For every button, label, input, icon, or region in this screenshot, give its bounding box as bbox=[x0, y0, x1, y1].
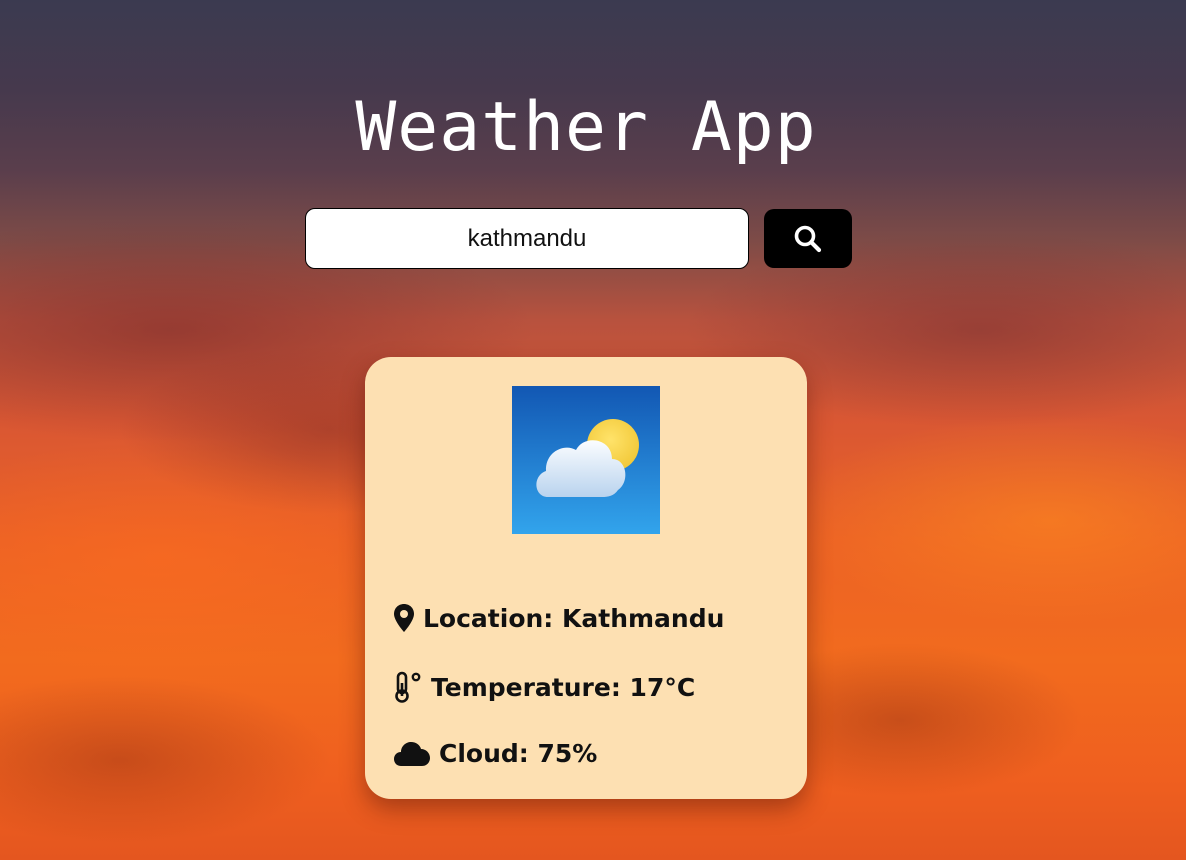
location-row: Location: Kathmandu bbox=[393, 603, 724, 633]
map-pin-icon bbox=[393, 603, 415, 633]
location-label: Location: bbox=[423, 603, 554, 633]
cloud-row: Cloud: 75% bbox=[393, 739, 597, 768]
partly-cloudy-icon bbox=[512, 386, 660, 534]
temperature-label: Temperature: bbox=[431, 672, 621, 702]
temperature-row: Temperature: 17°C bbox=[393, 671, 695, 703]
search-input[interactable] bbox=[305, 208, 749, 269]
cloud-label: Cloud: bbox=[439, 739, 529, 768]
location-value: Kathmandu bbox=[562, 603, 725, 633]
weather-card: Location: Kathmandu Temperature: 17°C Cl… bbox=[365, 357, 807, 799]
temperature-value: 17°C bbox=[629, 672, 696, 702]
search-button[interactable] bbox=[764, 209, 852, 268]
search-icon bbox=[793, 224, 823, 254]
thermometer-icon bbox=[393, 671, 423, 703]
cloud-value: 75% bbox=[537, 739, 598, 768]
app-title: Weather App bbox=[355, 88, 817, 167]
cloud-icon bbox=[393, 740, 431, 768]
